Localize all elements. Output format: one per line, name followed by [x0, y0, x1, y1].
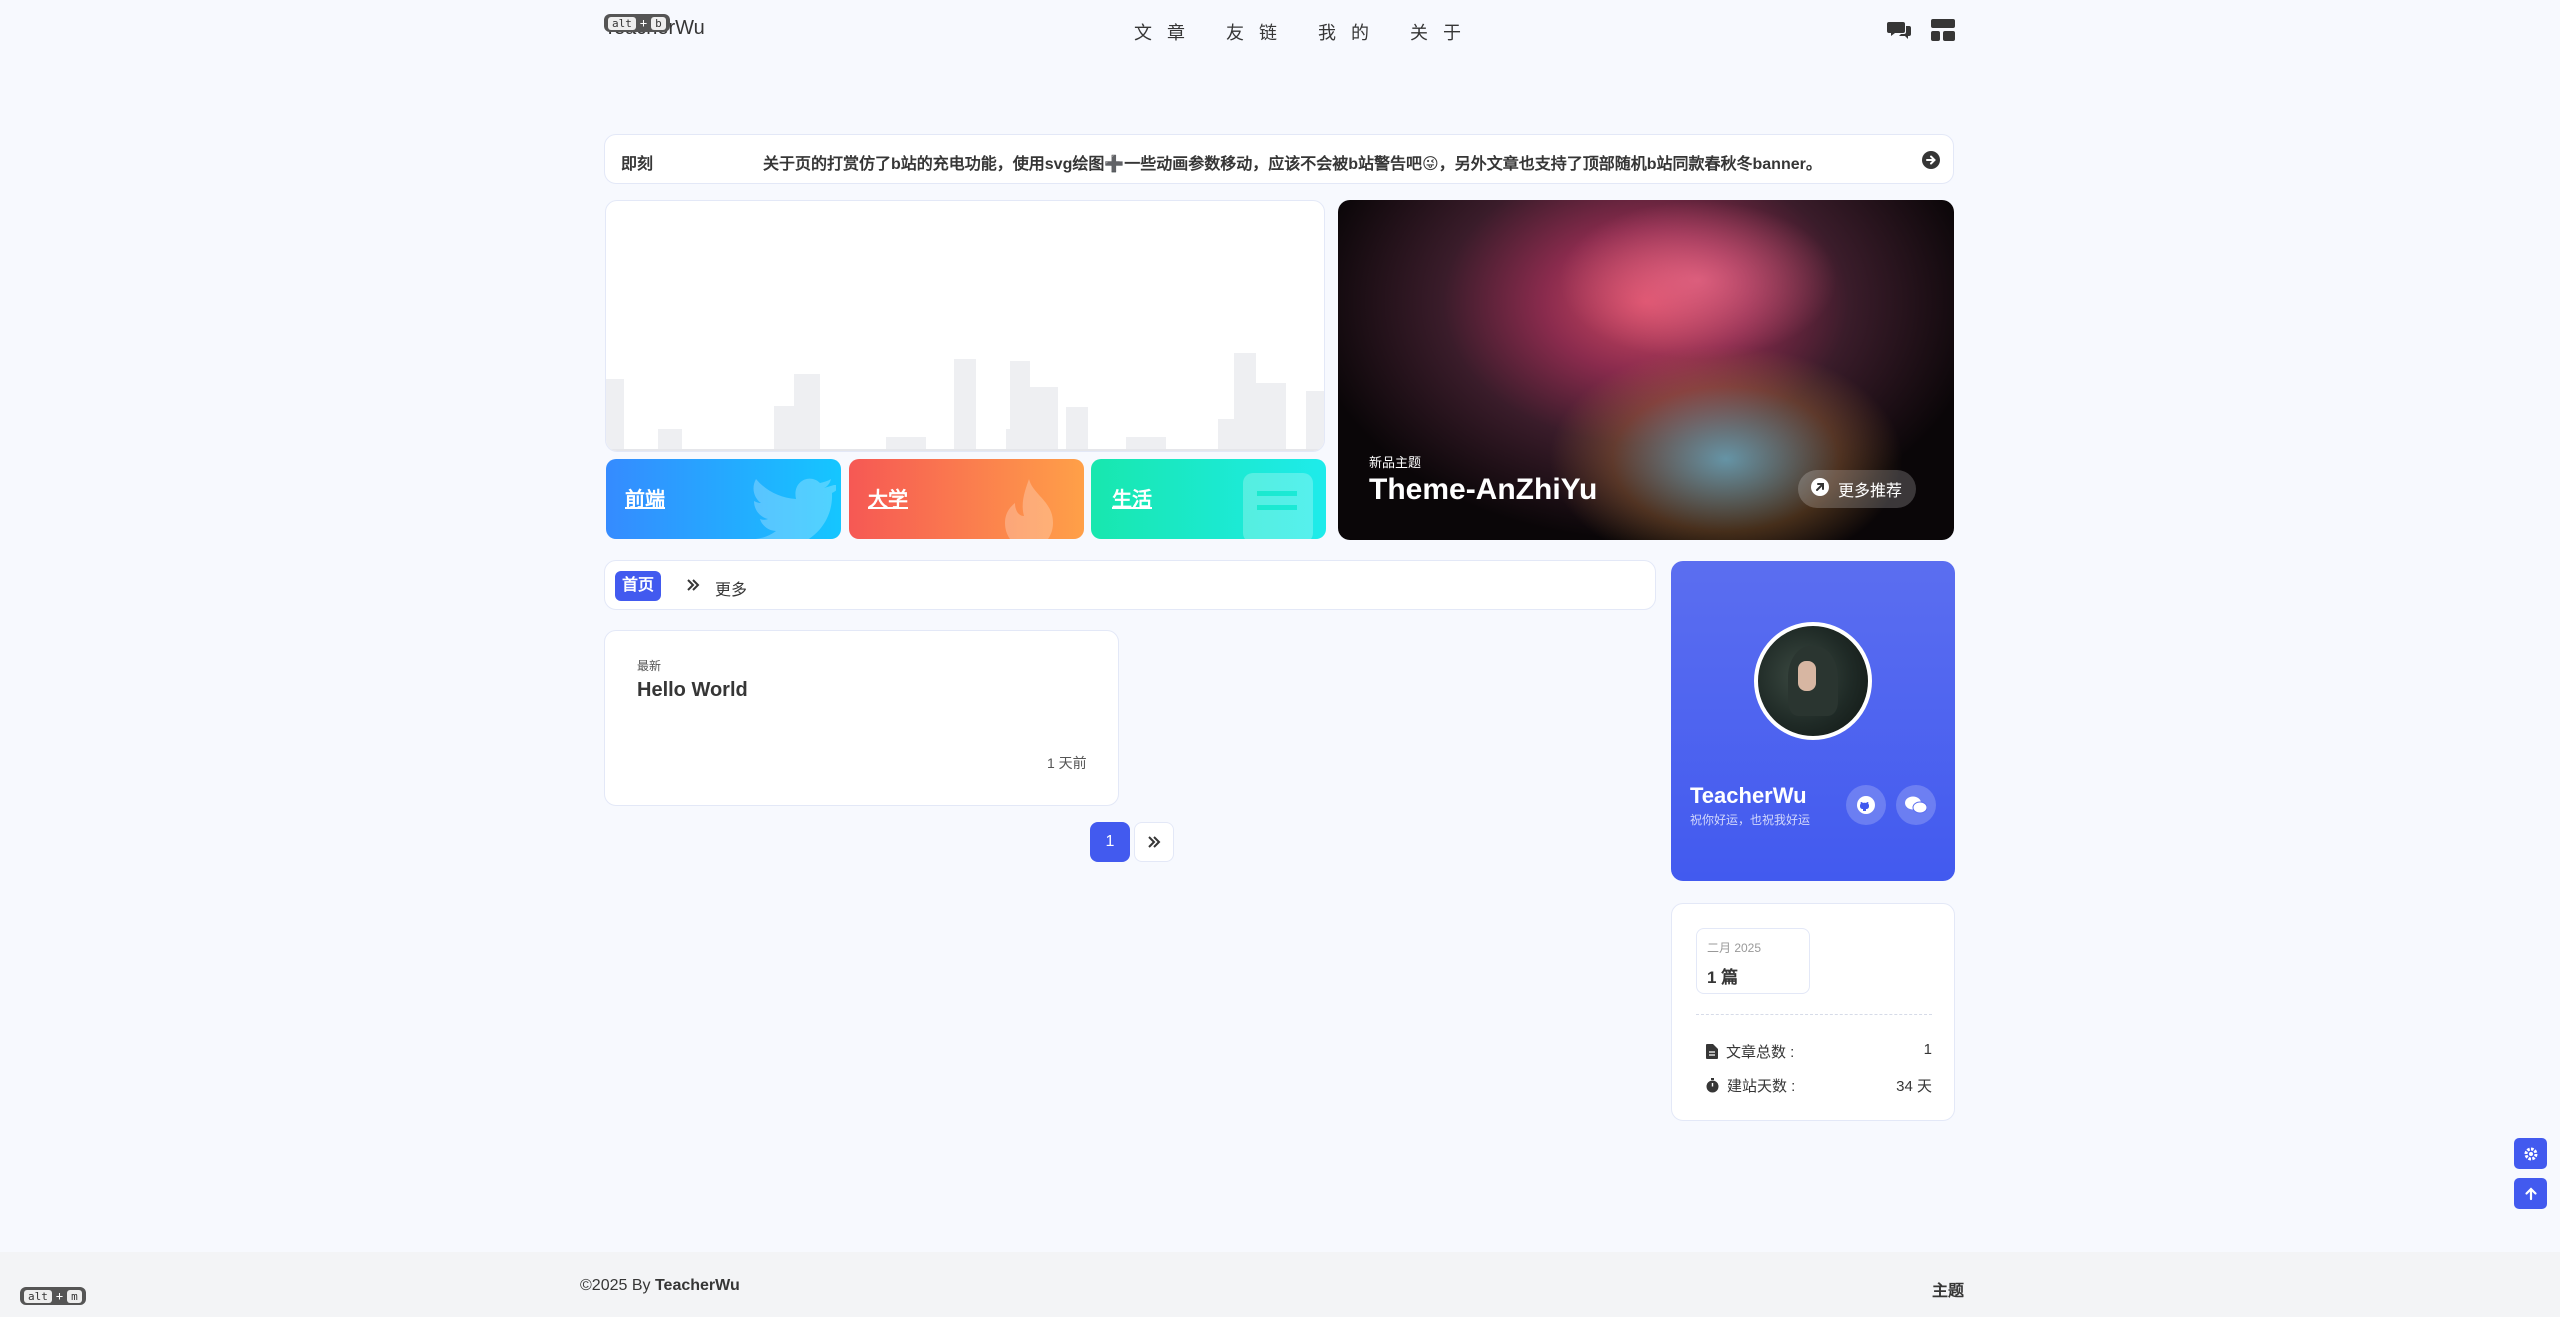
- footer-copyright: ©2025 By TeacherWu: [580, 1277, 740, 1295]
- stat-row: 文章总数 : 1: [1706, 1041, 1932, 1062]
- notice-text[interactable]: 关于页的打赏仿了b站的充电功能，使用svg绘图➕一些动画参数移动，应该不会被b站…: [763, 150, 1873, 174]
- shortcut-key: alt: [608, 16, 636, 30]
- avatar-hand: [1798, 661, 1816, 691]
- footer-shortcut-hint: alt + m: [20, 1287, 86, 1305]
- city-illustration: [606, 353, 1324, 451]
- stat-value: 34 天: [1896, 1078, 1932, 1095]
- category-label: 生活: [1112, 489, 1152, 511]
- author-card: TeacherWu 祝你好运，也祝我好运: [1671, 561, 1955, 881]
- shortcut-letter: m: [67, 1289, 82, 1303]
- post-title[interactable]: Hello World: [637, 679, 748, 702]
- document-icon: [1706, 1044, 1718, 1059]
- double-chevron-right-icon: [685, 577, 701, 598]
- book-icon: [1239, 469, 1319, 539]
- archive-month: 二月 2025: [1707, 941, 1762, 955]
- post-time: 1 天前: [1047, 755, 1087, 771]
- arrow-right-icon[interactable]: [1921, 150, 1941, 175]
- nav-item-about[interactable]: 关 于: [1410, 19, 1466, 45]
- tab-home[interactable]: 首页: [615, 571, 662, 601]
- nav-item-friends[interactable]: 友 链: [1226, 19, 1282, 45]
- category-card-life[interactable]: 生活: [1091, 459, 1326, 539]
- stat-label: 文章总数 :: [1726, 1044, 1795, 1061]
- featured-tag: 新品主题: [1369, 455, 1422, 470]
- notice-label: 即刻: [621, 156, 654, 173]
- nav-item-articles[interactable]: 文 章: [1134, 19, 1190, 45]
- category-card-university[interactable]: 大学: [849, 459, 1084, 539]
- more-recommend-label: 更多推荐: [1838, 483, 1903, 500]
- github-button[interactable]: [1846, 785, 1886, 825]
- footer: ©2025 By TeacherWu 主题 alt + m: [0, 1252, 2560, 1317]
- category-tab-bar: 首页 更多: [604, 560, 1656, 610]
- gear-icon: [2524, 1147, 2537, 1160]
- skills-panel: [605, 200, 1325, 452]
- dashboard-icon[interactable]: [1928, 15, 1958, 45]
- banner-glow: [1558, 200, 1838, 360]
- header: TeacherWu alt + b 文 章 友 链 我 的 关 于: [0, 0, 2560, 60]
- fire-icon: [999, 479, 1059, 539]
- shortcut-plus: +: [639, 16, 648, 30]
- archive-month-item[interactable]: 二月 2025 1 篇: [1696, 928, 1810, 994]
- stat-value: 1: [1923, 1041, 1932, 1058]
- stat-row: 建站天数 : 34 天: [1706, 1075, 1932, 1096]
- divider: [1696, 1014, 1932, 1015]
- copyright-prefix: ©2025 By: [580, 1277, 655, 1294]
- arrow-up-right-icon: [1810, 477, 1830, 502]
- avatar[interactable]: [1754, 622, 1872, 740]
- featured-banner[interactable]: 新品主题 Theme-AnZhiYu 更多推荐: [1338, 200, 1954, 540]
- shortcut-letter: b: [651, 16, 666, 30]
- shortcut-hint: alt + b: [604, 14, 670, 32]
- shortcut-key: alt: [24, 1289, 52, 1303]
- page-number-current[interactable]: 1: [1090, 822, 1130, 862]
- archive-card: 二月 2025 1 篇 文章总数 : 1 建站天数 : 34 天: [1671, 903, 1955, 1121]
- archive-count: 1 篇: [1707, 968, 1739, 987]
- category-label: 前端: [625, 489, 665, 511]
- next-page-button[interactable]: [1134, 822, 1174, 862]
- footer-theme-link[interactable]: 主题: [1932, 1277, 1964, 1301]
- shortcut-plus: +: [55, 1289, 64, 1303]
- wechat-button[interactable]: [1896, 785, 1936, 825]
- comments-icon[interactable]: [1884, 15, 1914, 45]
- stat-label: 建站天数 :: [1727, 1078, 1796, 1095]
- github-icon: [1857, 796, 1875, 814]
- bird-icon: [746, 477, 841, 539]
- tab-more[interactable]: 更多: [715, 576, 747, 600]
- author-name: TeacherWu: [1690, 783, 1807, 808]
- arrow-up-icon: [2524, 1186, 2537, 1200]
- featured-title: Theme-AnZhiYu: [1369, 473, 1598, 506]
- wechat-icon: [1905, 796, 1927, 814]
- category-label: 大学: [868, 489, 908, 511]
- stopwatch-icon: [1706, 1078, 1719, 1093]
- post-badge: 最新: [637, 659, 662, 673]
- main-nav: 文 章 友 链 我 的 关 于: [1134, 19, 1466, 45]
- double-chevron-right-icon: [1148, 836, 1161, 848]
- back-to-top-button[interactable]: [2514, 1178, 2547, 1209]
- nav-item-mine[interactable]: 我 的: [1318, 19, 1374, 45]
- notice-bar[interactable]: 即刻 关于页的打赏仿了b站的充电功能，使用svg绘图➕一些动画参数移动，应该不会…: [604, 134, 1954, 184]
- author-desc: 祝你好运，也祝我好运: [1690, 813, 1811, 827]
- category-card-frontend[interactable]: 前端: [606, 459, 841, 539]
- post-card[interactable]: 最新 Hello World 1 天前: [604, 630, 1119, 806]
- footer-author-link[interactable]: TeacherWu: [655, 1277, 740, 1294]
- more-recommend-button[interactable]: 更多推荐: [1798, 470, 1917, 508]
- settings-button[interactable]: [2514, 1138, 2547, 1169]
